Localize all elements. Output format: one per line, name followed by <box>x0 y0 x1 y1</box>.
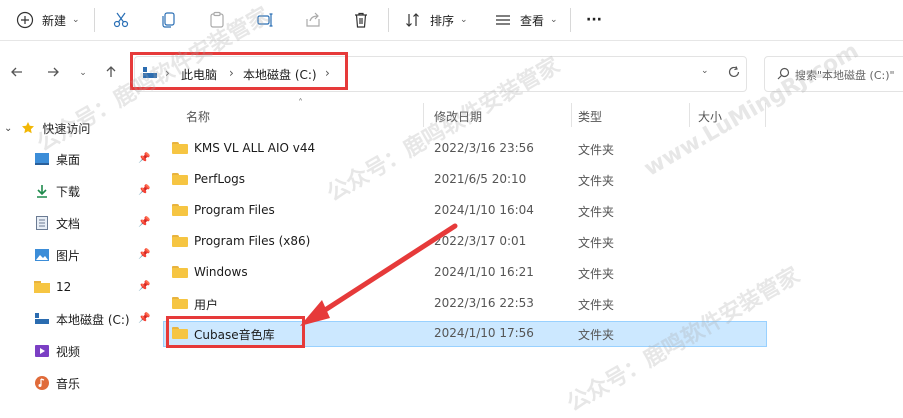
annotation-arrow <box>300 223 458 326</box>
